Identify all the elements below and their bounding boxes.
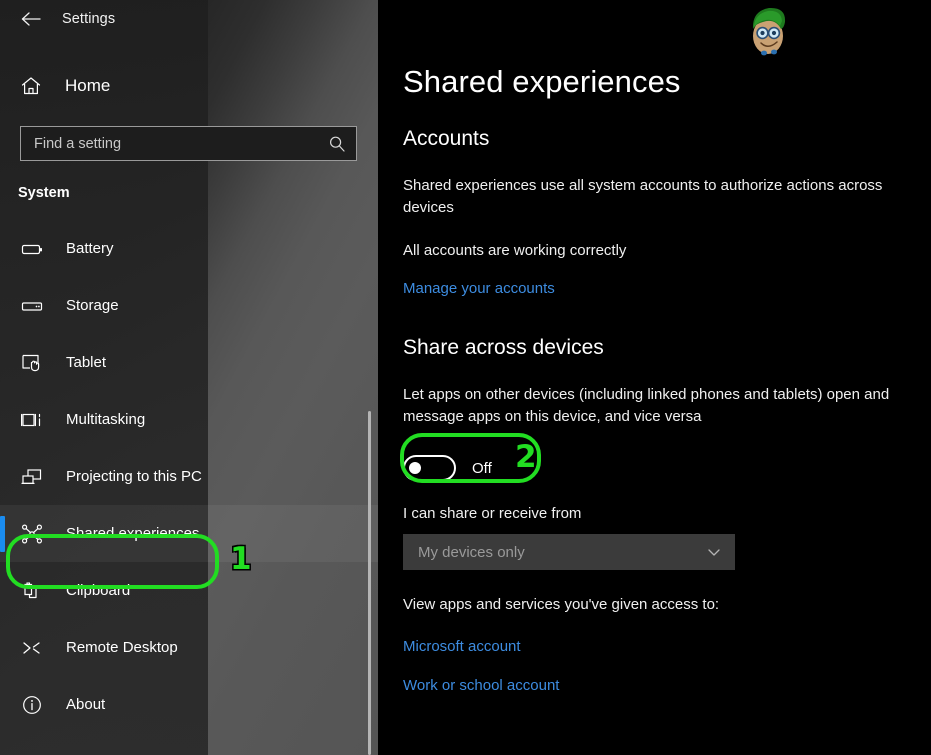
storage-icon <box>20 294 44 318</box>
sidebar-group-title: System <box>18 185 378 201</box>
sidebar-item-label: Battery <box>66 240 114 257</box>
sidebar-item-clipboard[interactable]: Clipboard <box>0 562 378 619</box>
manage-your-accounts-link[interactable]: Manage your accounts <box>403 280 555 297</box>
work-or-school-account-link[interactable]: Work or school account <box>403 677 931 694</box>
sidebar-item-tablet[interactable]: Tablet <box>0 334 378 391</box>
sidebar-item-home[interactable]: Home <box>0 64 378 108</box>
clipboard-icon <box>20 579 44 603</box>
share-across-devices-description: Let apps on other devices (including lin… <box>403 384 923 428</box>
share-across-devices-toggle-row: Off <box>403 453 931 483</box>
share-receive-from-select[interactable]: My devices only <box>403 534 735 570</box>
settings-window: Settings Home System <box>0 0 931 755</box>
search-icon[interactable] <box>328 135 346 153</box>
accounts-section-heading: Accounts <box>403 127 931 151</box>
chevron-down-icon <box>706 544 722 560</box>
sidebar-item-label: Projecting to this PC <box>66 468 202 485</box>
app-title: Settings <box>62 11 115 27</box>
remote-desktop-icon <box>20 636 44 660</box>
accounts-status: All accounts are working correctly <box>403 240 923 262</box>
access-heading: View apps and services you've given acce… <box>403 594 923 616</box>
sidebar-item-label: Multitasking <box>66 411 145 428</box>
share-across-devices-toggle[interactable] <box>403 455 456 481</box>
info-icon <box>20 693 44 717</box>
share-receive-from-label: I can share or receive from <box>403 505 931 522</box>
toggle-knob <box>409 462 421 474</box>
microsoft-account-link[interactable]: Microsoft account <box>403 638 931 655</box>
sidebar-item-label: Storage <box>66 297 119 314</box>
search-box[interactable] <box>20 126 357 161</box>
sidebar-scrollbar-thumb[interactable] <box>368 411 371 755</box>
sidebar-item-label: Remote Desktop <box>66 639 178 656</box>
sidebar-item-projecting-to-this-pc[interactable]: Projecting to this PC <box>0 448 378 505</box>
sidebar-item-remote-desktop[interactable]: Remote Desktop <box>0 619 378 676</box>
projecting-icon <box>20 465 44 489</box>
access-links: Microsoft account Work or school account <box>403 638 931 694</box>
sidebar-item-label: About <box>66 696 105 713</box>
sidebar-item-about[interactable]: About <box>0 676 378 733</box>
home-label: Home <box>65 76 110 96</box>
sidebar-item-shared-experiences[interactable]: Shared experiences <box>0 505 378 562</box>
page-title: Shared experiences <box>403 64 931 100</box>
multitasking-icon <box>20 408 44 432</box>
back-button[interactable] <box>14 4 48 34</box>
back-arrow-icon <box>20 11 42 27</box>
sidebar-item-label: Shared experiences <box>66 525 199 542</box>
user-avatar-icon <box>741 2 795 58</box>
shared-experiences-icon <box>20 522 44 546</box>
sidebar-item-label: Tablet <box>66 354 106 371</box>
sidebar: Settings Home System <box>0 0 378 755</box>
share-across-devices-heading: Share across devices <box>403 336 931 360</box>
sidebar-item-multitasking[interactable]: Multitasking <box>0 391 378 448</box>
sidebar-item-label: Clipboard <box>66 582 130 599</box>
sidebar-nav: Battery Storage <box>0 220 378 733</box>
accounts-description: Shared experiences use all system accoun… <box>403 175 923 219</box>
sidebar-scrollbar[interactable] <box>363 0 375 755</box>
sidebar-item-storage[interactable]: Storage <box>0 277 378 334</box>
battery-icon <box>20 237 44 261</box>
home-icon <box>20 75 42 97</box>
toggle-state-label: Off <box>472 460 492 477</box>
tablet-icon <box>20 351 44 375</box>
select-value: My devices only <box>418 544 525 561</box>
title-bar: Settings <box>0 0 378 38</box>
search-input[interactable] <box>34 136 328 152</box>
main-content: Shared experiences Accounts Shared exper… <box>378 0 931 755</box>
sidebar-item-battery[interactable]: Battery <box>0 220 378 277</box>
